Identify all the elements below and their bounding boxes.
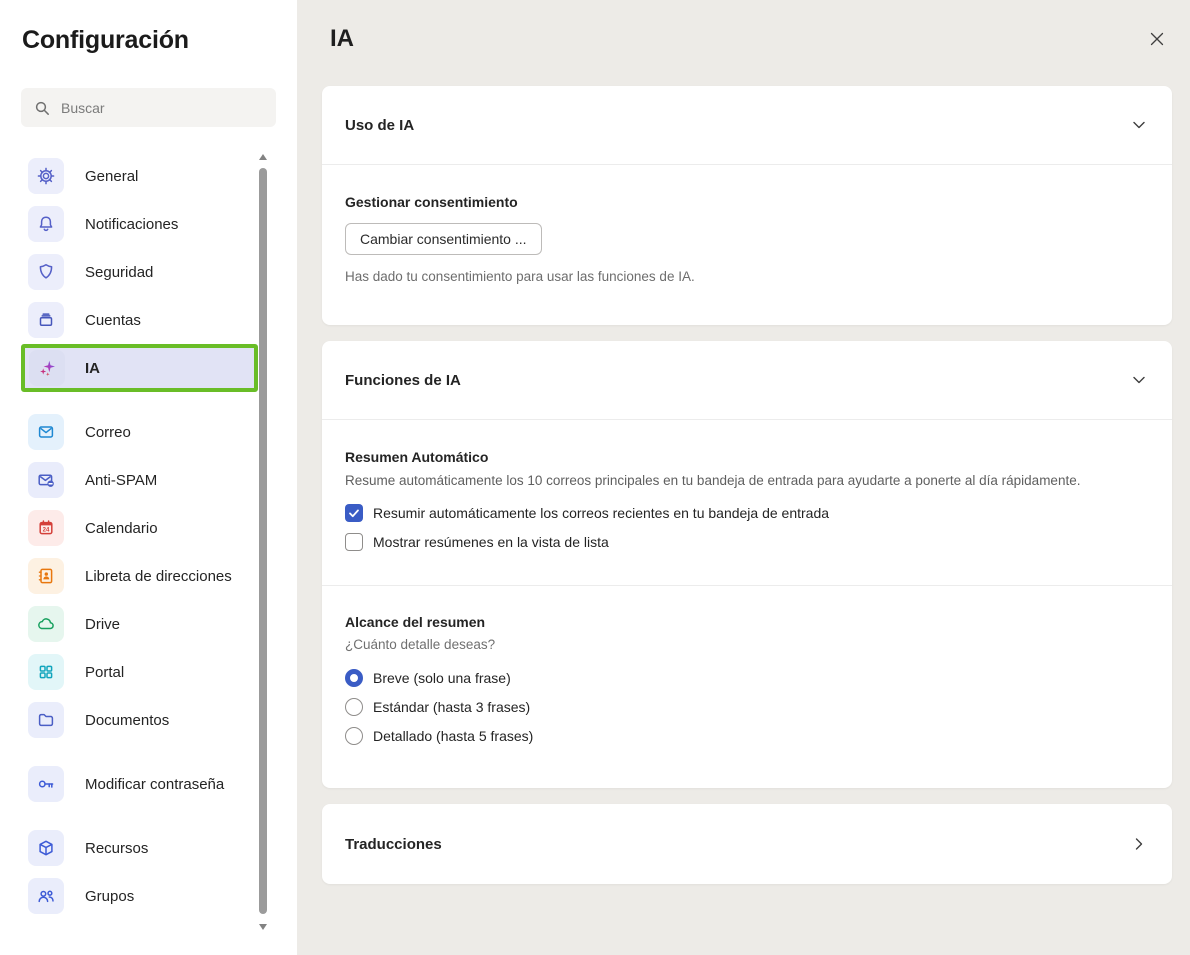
sidebar-item-label: General <box>85 168 138 185</box>
search-icon <box>33 99 51 117</box>
settings-sidebar: Configuración General <box>0 0 297 955</box>
sidebar-item-label: Grupos <box>85 888 134 905</box>
radio-label: Detallado (hasta 5 frases) <box>373 728 533 744</box>
page-title: IA <box>330 25 354 53</box>
sidebar-item-general[interactable]: General <box>21 152 258 200</box>
sidebar-item-antispam[interactable]: Anti-SPAM <box>21 456 258 504</box>
sidebar-item-seguridad[interactable]: Seguridad <box>21 248 258 296</box>
scroll-up-arrow[interactable] <box>259 154 267 160</box>
shield-icon <box>28 254 64 290</box>
checkbox-unchecked[interactable] <box>345 533 363 551</box>
funciones-de-ia-header[interactable]: Funciones de IA <box>322 341 1172 419</box>
sidebar-item-documentos[interactable]: Documentos <box>21 696 258 744</box>
change-consent-button[interactable]: Cambiar consentimiento ... <box>345 223 542 255</box>
sidebar-nav: General Notificaciones Seguridad <box>21 152 258 920</box>
mail-block-icon <box>28 462 64 498</box>
scroll-down-arrow[interactable] <box>259 924 267 930</box>
radio-selected[interactable] <box>345 669 363 687</box>
chevron-down-icon <box>1129 370 1149 390</box>
radio-label: Estándar (hasta 3 frases) <box>373 699 530 715</box>
mail-envelope-icon <box>28 414 64 450</box>
radio-row-breve[interactable]: Breve (solo una frase) <box>345 669 1149 687</box>
sidebar-item-label: Recursos <box>85 840 148 857</box>
search-box[interactable] <box>21 88 276 127</box>
checkbox-row-resumir[interactable]: Resumir automáticamente los correos reci… <box>345 504 1149 522</box>
radio-row-detallado[interactable]: Detallado (hasta 5 frases) <box>345 727 1149 745</box>
uso-de-ia-header[interactable]: Uso de IA <box>322 86 1172 164</box>
consent-section: Gestionar consentimiento Cambiar consent… <box>322 165 1172 325</box>
sidebar-item-label: Seguridad <box>85 264 153 281</box>
folder-icon <box>28 702 64 738</box>
radio-row-estandar[interactable]: Estándar (hasta 3 frases) <box>345 698 1149 716</box>
sidebar-item-notificaciones[interactable]: Notificaciones <box>21 200 258 248</box>
svg-text:24: 24 <box>43 528 50 534</box>
sidebar-scrollbar[interactable] <box>258 152 268 932</box>
checkbox-row-mostrar[interactable]: Mostrar resúmenes en la vista de lista <box>345 533 1149 551</box>
card-funciones-de-ia: Funciones de IA Resumen Automático Resum… <box>322 341 1172 788</box>
alcance-del-resumen-section: Alcance del resumen ¿Cuánto detalle dese… <box>322 586 1172 788</box>
close-button[interactable] <box>1142 24 1172 54</box>
scrollbar-thumb[interactable] <box>259 168 267 914</box>
sidebar-title: Configuración <box>22 26 297 55</box>
accounts-tray-icon <box>28 302 64 338</box>
section-title: Uso de IA <box>345 117 414 134</box>
panel-header: IA <box>322 23 1172 55</box>
radio-unselected[interactable] <box>345 727 363 745</box>
ai-sparkles-icon <box>29 350 65 386</box>
alcance-heading: Alcance del resumen <box>345 614 1149 630</box>
card-traducciones[interactable]: Traducciones <box>322 804 1172 884</box>
consent-status-text: Has dado tu consentimiento para usar las… <box>345 269 1149 284</box>
chevron-right-icon <box>1129 834 1149 854</box>
sidebar-item-portal[interactable]: Portal <box>21 648 258 696</box>
bell-icon <box>28 206 64 242</box>
sidebar-item-label: Cuentas <box>85 312 141 329</box>
sidebar-item-label: Drive <box>85 616 120 633</box>
sidebar-item-drive[interactable]: Drive <box>21 600 258 648</box>
sidebar-item-label: Correo <box>85 424 131 441</box>
card-uso-de-ia: Uso de IA Gestionar consentimiento Cambi… <box>322 86 1172 325</box>
resumen-description: Resume automáticamente los 10 correos pr… <box>345 473 1149 488</box>
sidebar-item-label: IA <box>85 360 100 377</box>
cloud-icon <box>28 606 64 642</box>
resumen-automatico-section: Resumen Automático Resume automáticament… <box>322 420 1172 585</box>
checkbox-label: Resumir automáticamente los correos reci… <box>373 505 829 521</box>
radio-unselected[interactable] <box>345 698 363 716</box>
sidebar-item-recursos[interactable]: Recursos <box>21 824 258 872</box>
radio-label: Breve (solo una frase) <box>373 670 511 686</box>
sidebar-item-label: Modificar contraseña <box>85 776 224 793</box>
gear-icon <box>28 158 64 194</box>
sidebar-item-correo[interactable]: Correo <box>21 408 258 456</box>
consent-heading: Gestionar consentimiento <box>345 194 1149 210</box>
section-title: Funciones de IA <box>345 372 461 389</box>
close-icon <box>1147 29 1167 49</box>
sidebar-item-label: Anti-SPAM <box>85 472 157 489</box>
cube-icon <box>28 830 64 866</box>
sidebar-item-label: Portal <box>85 664 124 681</box>
address-book-icon <box>28 558 64 594</box>
people-icon <box>28 878 64 914</box>
calendar-icon: 24 <box>28 510 64 546</box>
sidebar-item-contrasena[interactable]: Modificar contraseña <box>21 760 258 808</box>
checkbox-label: Mostrar resúmenes en la vista de lista <box>373 534 609 550</box>
sidebar-item-calendario[interactable]: 24 Calendario <box>21 504 258 552</box>
chevron-down-icon <box>1129 115 1149 135</box>
grid-icon <box>28 654 64 690</box>
ia-settings-panel: IA Uso de IA Gestionar consentimiento Ca… <box>297 0 1190 955</box>
search-input[interactable] <box>61 100 264 116</box>
key-icon <box>28 766 64 802</box>
section-title: Traducciones <box>345 836 442 853</box>
sidebar-item-ia[interactable]: IA <box>21 344 258 392</box>
sidebar-item-label: Notificaciones <box>85 216 178 233</box>
sidebar-item-grupos[interactable]: Grupos <box>21 872 258 920</box>
sidebar-item-label: Libreta de direcciones <box>85 568 232 585</box>
checkbox-checked[interactable] <box>345 504 363 522</box>
alcance-subtitle: ¿Cuánto detalle deseas? <box>345 637 1149 652</box>
sidebar-item-libreta[interactable]: Libreta de direcciones <box>21 552 258 600</box>
sidebar-item-cuentas[interactable]: Cuentas <box>21 296 258 344</box>
resumen-heading: Resumen Automático <box>345 449 1149 465</box>
sidebar-item-label: Calendario <box>85 520 158 537</box>
sidebar-item-label: Documentos <box>85 712 169 729</box>
